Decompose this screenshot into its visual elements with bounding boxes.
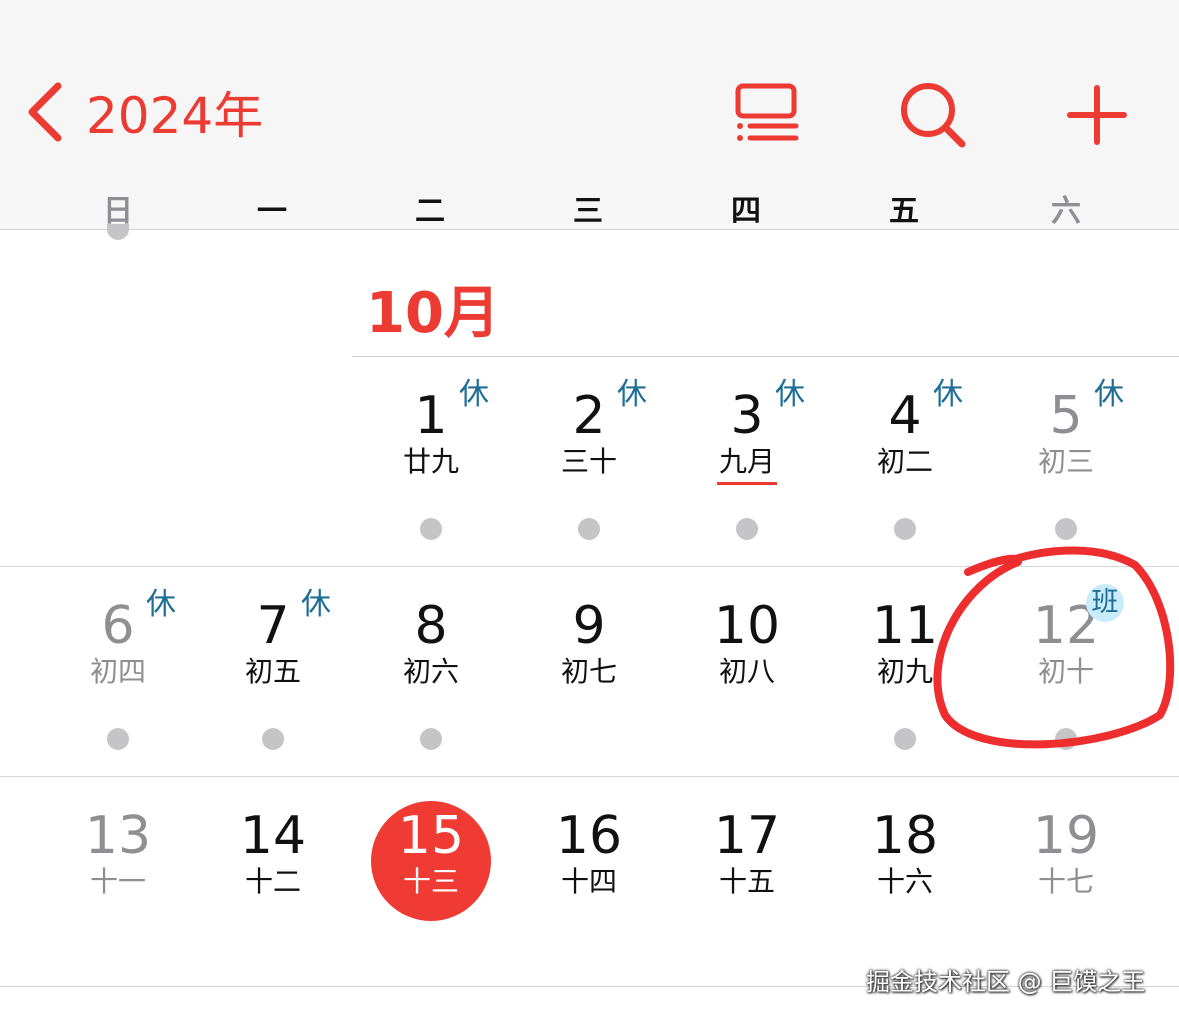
day-cell[interactable]: 16 十四 xyxy=(529,786,649,976)
lunar-date: 三十 xyxy=(560,445,617,478)
day-number: 11 xyxy=(871,596,939,656)
day-cell[interactable]: 18 十六 xyxy=(845,786,965,976)
day-cell[interactable]: 10 初八 xyxy=(687,576,807,766)
day-cell[interactable]: 8 初六 xyxy=(371,576,491,766)
search-icon xyxy=(901,83,966,148)
weekday-wed: 三 xyxy=(573,194,603,229)
chevron-left-icon xyxy=(28,82,62,142)
plus-icon xyxy=(1067,85,1127,145)
lunar-date: 十四 xyxy=(560,865,617,898)
calendar-header: 2024年 日 一 二 三 四 五 六 xyxy=(0,0,1179,230)
lunar-date: 初六 xyxy=(402,655,459,688)
event-dot xyxy=(262,728,284,750)
calendar-list-icon xyxy=(735,83,799,141)
day-cell[interactable]: 19 十七 xyxy=(1006,786,1126,976)
holiday-badge: 休 xyxy=(146,587,176,622)
day-cell[interactable]: 3 九月 休 xyxy=(687,366,807,556)
event-dot xyxy=(578,518,600,540)
weekday-mon: 一 xyxy=(257,194,287,229)
day-cell[interactable]: 2 三十 休 xyxy=(529,366,649,556)
watermark: 掘金技术社区 @ 巨馍之王 xyxy=(866,968,1146,996)
day-number: 8 xyxy=(414,596,448,656)
day-number: 9 xyxy=(572,596,606,656)
month-title: 10月 xyxy=(366,281,500,346)
holiday-badge: 休 xyxy=(459,377,489,412)
holiday-badge: 休 xyxy=(775,377,805,412)
day-cell[interactable]: 4 初二 休 xyxy=(845,366,965,556)
holiday-badge: 休 xyxy=(1094,377,1124,412)
lunar-date: 九月 xyxy=(718,445,775,478)
weekday-tue: 二 xyxy=(415,194,445,229)
holiday-badge: 休 xyxy=(933,377,963,412)
day-number: 17 xyxy=(713,806,781,866)
day-number: 14 xyxy=(239,806,307,866)
day-cell[interactable]: 5 初三 休 xyxy=(1006,366,1126,556)
day-number: 10 xyxy=(713,596,781,656)
separator xyxy=(0,566,1179,567)
day-number: 16 xyxy=(555,806,623,866)
weekday-fri: 五 xyxy=(889,194,919,229)
event-dot xyxy=(736,518,758,540)
lunar-date: 初八 xyxy=(718,655,775,688)
day-cell[interactable]: 12 初十 班 xyxy=(1006,576,1126,766)
day-cell[interactable]: 1 廿九 休 xyxy=(371,366,491,556)
event-dot xyxy=(1055,728,1077,750)
search-button[interactable] xyxy=(898,80,968,150)
day-cell[interactable]: 14 十二 xyxy=(213,786,333,976)
lunar-date: 初五 xyxy=(244,655,301,688)
event-dot xyxy=(1055,518,1077,540)
day-cell[interactable]: 11 初九 xyxy=(845,576,965,766)
event-dot xyxy=(107,728,129,750)
lunar-date: 初七 xyxy=(560,655,617,688)
separator xyxy=(0,776,1179,777)
lunar-date: 十二 xyxy=(244,865,301,898)
lunar-date: 十六 xyxy=(876,865,933,898)
day-cell-today[interactable]: 15 十三 xyxy=(371,786,491,976)
lunar-date: 初三 xyxy=(1037,445,1094,478)
list-view-button[interactable] xyxy=(732,80,802,150)
lunar-date: 十五 xyxy=(718,865,775,898)
add-event-button[interactable] xyxy=(1062,80,1132,150)
holiday-badge: 休 xyxy=(617,377,647,412)
lunar-month-underline xyxy=(717,482,777,485)
event-dot xyxy=(420,728,442,750)
lunar-date: 初四 xyxy=(89,655,146,688)
event-dot xyxy=(894,728,916,750)
day-cell[interactable]: 13 十一 xyxy=(58,786,178,976)
lunar-date: 初九 xyxy=(876,655,933,688)
event-dot xyxy=(420,518,442,540)
weekday-sat: 六 xyxy=(1051,194,1081,229)
back-to-year-button[interactable]: 2024年 xyxy=(26,80,263,145)
day-cell[interactable]: 17 十五 xyxy=(687,786,807,976)
day-number: 13 xyxy=(84,806,152,866)
day-number: 18 xyxy=(871,806,939,866)
day-cell[interactable]: 7 初五 休 xyxy=(213,576,333,766)
day-number: 15 xyxy=(397,806,465,866)
workday-badge: 班 xyxy=(1086,584,1124,622)
lunar-date: 十三 xyxy=(402,865,459,898)
back-label: 2024年 xyxy=(86,87,264,145)
event-dot xyxy=(894,518,916,540)
lunar-date: 初十 xyxy=(1037,655,1094,688)
lunar-date: 十七 xyxy=(1037,865,1094,898)
day-cell[interactable]: 9 初七 xyxy=(529,576,649,766)
separator xyxy=(352,356,1179,357)
day-number: 19 xyxy=(1032,806,1100,866)
day-cell[interactable]: 6 初四 休 xyxy=(58,576,178,766)
lunar-date: 十一 xyxy=(89,865,146,898)
weekday-thu: 四 xyxy=(731,194,761,229)
lunar-date: 廿九 xyxy=(402,445,459,478)
event-dot xyxy=(107,224,129,240)
lunar-date: 初二 xyxy=(876,445,933,478)
holiday-badge: 休 xyxy=(301,587,331,622)
